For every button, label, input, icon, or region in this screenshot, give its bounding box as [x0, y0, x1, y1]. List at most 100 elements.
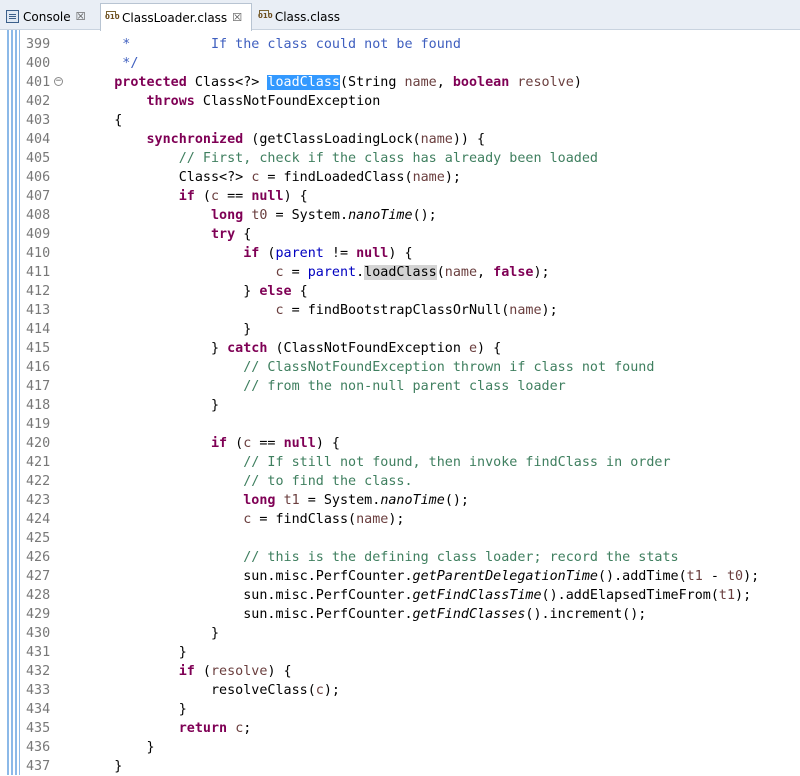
- close-icon[interactable]: ☒: [76, 10, 86, 23]
- code-line[interactable]: 410 if (parent != null) {: [20, 244, 800, 263]
- code-text[interactable]: sun.misc.PerfCounter.getFindClasses().in…: [82, 605, 646, 624]
- code-editor[interactable]: 399 * If the class could not be found 400…: [20, 30, 800, 775]
- code-line[interactable]: 429 sun.misc.PerfCounter.getFindClasses(…: [20, 605, 800, 624]
- code-token: resolveClass(: [82, 683, 316, 698]
- code-line[interactable]: 435 return c;: [20, 719, 800, 738]
- code-token: }: [82, 341, 228, 356]
- code-token: = System.: [267, 208, 349, 223]
- code-line[interactable]: 406 Class<?> c = findLoadedClass(name);: [20, 168, 800, 187]
- code-line[interactable]: 411 c = parent.loadClass(name, false);: [20, 263, 800, 282]
- code-line[interactable]: 414 }: [20, 320, 800, 339]
- code-text[interactable]: return c;: [82, 719, 252, 738]
- code-text[interactable]: protected Class<?> loadClass(String name…: [82, 73, 582, 92]
- code-line[interactable]: 399 * If the class could not be found: [20, 35, 800, 54]
- code-line[interactable]: 432 if (resolve) {: [20, 662, 800, 681]
- code-line[interactable]: 413 c = findBootstrapClassOrNull(name);: [20, 301, 800, 320]
- code-line[interactable]: 418 }: [20, 396, 800, 415]
- code-line[interactable]: 431 }: [20, 643, 800, 662]
- code-line[interactable]: 417 // from the non-null parent class lo…: [20, 377, 800, 396]
- code-text[interactable]: }: [82, 643, 187, 662]
- code-token: ,: [477, 265, 494, 280]
- code-line[interactable]: 425: [20, 529, 800, 548]
- code-line[interactable]: 428 sun.misc.PerfCounter.getFindClassTim…: [20, 586, 800, 605]
- code-line[interactable]: 420 if (c == null) {: [20, 434, 800, 453]
- code-text[interactable]: // to find the class.: [82, 472, 412, 491]
- code-text[interactable]: c = findBootstrapClassOrNull(name);: [82, 301, 557, 320]
- code-text[interactable]: synchronized (getClassLoadingLock(name))…: [82, 130, 486, 149]
- code-text[interactable]: {: [82, 111, 122, 130]
- code-line[interactable]: 416 // ClassNotFoundException thrown if …: [20, 358, 800, 377]
- code-line[interactable]: 400 */: [20, 54, 800, 73]
- code-text[interactable]: */: [82, 54, 138, 73]
- code-line[interactable]: 423 long t1 = System.nanoTime();: [20, 491, 800, 510]
- code-text[interactable]: // ClassNotFoundException thrown if clas…: [82, 358, 654, 377]
- code-text[interactable]: c = findClass(name);: [82, 510, 404, 529]
- line-number: 418: [26, 398, 51, 413]
- code-text[interactable]: // this is the defining class loader; re…: [82, 548, 678, 567]
- code-line[interactable]: 436 }: [20, 738, 800, 757]
- code-text[interactable]: resolveClass(c);: [82, 681, 340, 700]
- code-text[interactable]: Class<?> c = findLoadedClass(name);: [82, 168, 461, 187]
- code-text[interactable]: }: [82, 624, 219, 643]
- code-line[interactable]: 434 }: [20, 700, 800, 719]
- tab-class-class[interactable]: Class.class: [254, 3, 344, 30]
- code-text[interactable]: c = parent.loadClass(name, false);: [82, 263, 550, 282]
- fold-toggle-icon[interactable]: −: [54, 77, 63, 86]
- code-line[interactable]: 407 if (c == null) {: [20, 187, 800, 206]
- code-text[interactable]: // If still not found, then invoke findC…: [82, 453, 671, 472]
- code-token: // If still not found, then invoke findC…: [243, 455, 671, 470]
- line-number: 420: [26, 436, 51, 451]
- code-line[interactable]: 427 sun.misc.PerfCounter.getParentDelega…: [20, 567, 800, 586]
- code-text[interactable]: } else {: [82, 282, 308, 301]
- line-number: 406: [26, 170, 51, 185]
- code-token: name: [509, 303, 542, 318]
- code-text[interactable]: long t1 = System.nanoTime();: [82, 491, 469, 510]
- code-line[interactable]: 421 // If still not found, then invoke f…: [20, 453, 800, 472]
- code-token: protected: [114, 75, 187, 90]
- code-text[interactable]: if (resolve) {: [82, 662, 292, 681]
- code-line[interactable]: 408 long t0 = System.nanoTime();: [20, 206, 800, 225]
- code-text[interactable]: // from the non-null parent class loader: [82, 377, 566, 396]
- code-line[interactable]: 433 resolveClass(c);: [20, 681, 800, 700]
- code-line[interactable]: 430 }: [20, 624, 800, 643]
- code-token: // from the non-null parent class loader: [243, 379, 566, 394]
- code-text[interactable]: }: [82, 757, 122, 776]
- code-text[interactable]: sun.misc.PerfCounter.getFindClassTime().…: [82, 586, 751, 605]
- code-text[interactable]: * If the class could not be found: [82, 35, 461, 54]
- code-text[interactable]: if (c == null) {: [82, 434, 340, 453]
- code-line[interactable]: 426 // this is the defining class loader…: [20, 548, 800, 567]
- code-text[interactable]: }: [82, 738, 154, 757]
- code-text[interactable]: throws ClassNotFoundException: [82, 92, 381, 111]
- code-text[interactable]: sun.misc.PerfCounter.getParentDelegation…: [82, 567, 759, 586]
- code-text[interactable]: // First, check if the class has already…: [82, 149, 598, 168]
- code-text[interactable]: long t0 = System.nanoTime();: [82, 206, 437, 225]
- tab-classloader-class[interactable]: ClassLoader.class ☒: [100, 3, 252, 31]
- code-token: getFindClasses: [412, 607, 526, 622]
- code-line[interactable]: 422 // to find the class.: [20, 472, 800, 491]
- code-text[interactable]: }: [82, 700, 187, 719]
- line-number: 433: [26, 683, 51, 698]
- code-token: parent: [307, 265, 357, 280]
- code-line[interactable]: 424 c = findClass(name);: [20, 510, 800, 529]
- code-text[interactable]: }: [82, 320, 251, 339]
- code-line[interactable]: 401− protected Class<?> loadClass(String…: [20, 73, 800, 92]
- code-line[interactable]: 402 throws ClassNotFoundException: [20, 92, 800, 111]
- code-text[interactable]: try {: [82, 225, 251, 244]
- code-line[interactable]: 437 }: [20, 757, 800, 776]
- code-text[interactable]: } catch (ClassNotFoundException e) {: [82, 339, 501, 358]
- close-icon[interactable]: ☒: [232, 11, 242, 24]
- code-line[interactable]: 415 } catch (ClassNotFoundException e) {: [20, 339, 800, 358]
- code-token: c: [275, 265, 284, 280]
- tab-console[interactable]: Console ☒: [2, 3, 98, 30]
- code-line[interactable]: 409 try {: [20, 225, 800, 244]
- code-line[interactable]: 404 synchronized (getClassLoadingLock(na…: [20, 130, 800, 149]
- code-line[interactable]: 419: [20, 415, 800, 434]
- code-line[interactable]: 412 } else {: [20, 282, 800, 301]
- code-line[interactable]: 405 // First, check if the class has alr…: [20, 149, 800, 168]
- code-text[interactable]: }: [82, 396, 219, 415]
- code-line[interactable]: 403 {: [20, 111, 800, 130]
- code-text[interactable]: if (c == null) {: [82, 187, 308, 206]
- code-text[interactable]: if (parent != null) {: [82, 244, 412, 263]
